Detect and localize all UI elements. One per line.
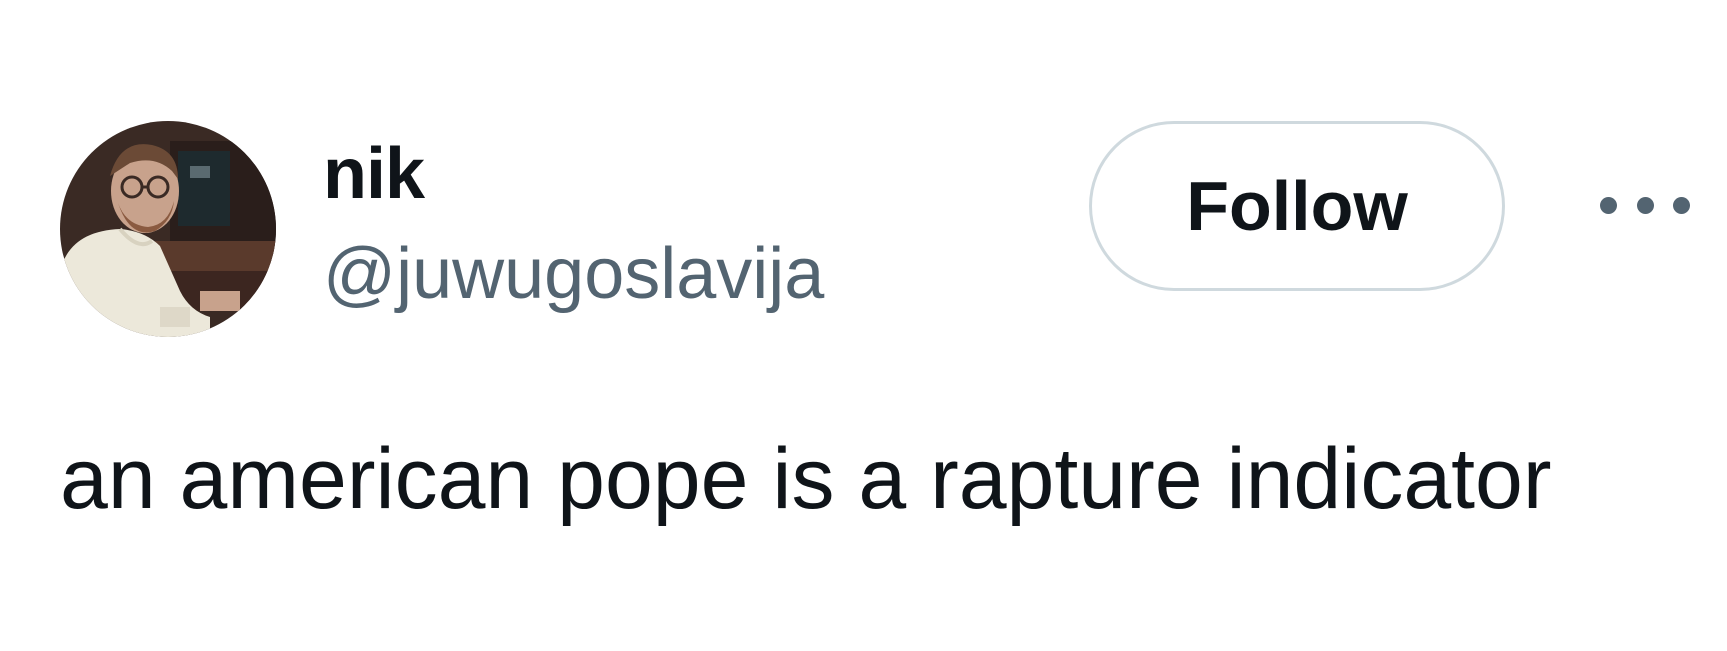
- avatar-photo: [60, 121, 276, 337]
- more-dot: [1673, 196, 1690, 214]
- author-info: nik @juwugoslavija: [323, 138, 824, 310]
- follow-button[interactable]: Follow: [1089, 121, 1505, 291]
- avatar[interactable]: [60, 121, 276, 337]
- more-options-icon[interactable]: [1600, 180, 1690, 230]
- tweet-card: nik @juwugoslavija Follow an american po…: [0, 0, 1727, 651]
- more-dot: [1600, 196, 1617, 214]
- author-display-name[interactable]: nik: [323, 138, 824, 210]
- more-dot: [1636, 196, 1654, 214]
- tweet-text: an american pope is a rapture indicator: [60, 431, 1552, 527]
- author-handle[interactable]: @juwugoslavija: [323, 238, 824, 310]
